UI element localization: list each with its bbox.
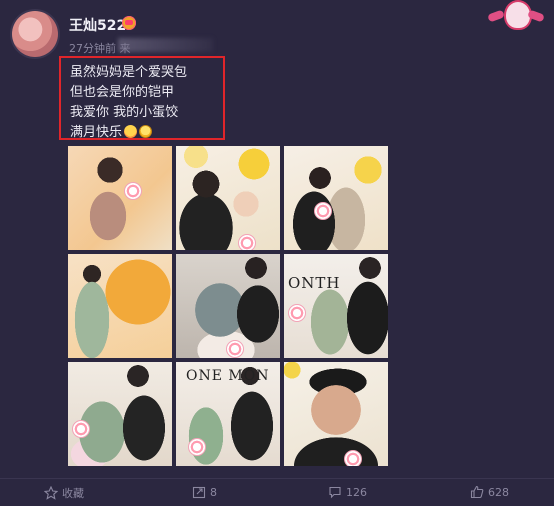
weibo-post-card: 王灿522 27分钟前 来 虽然妈妈是个爱哭包 但也会是你的铠甲 我爱你 我的小… [0,0,554,505]
post-text-line-3: 我爱你 我的小蛋饺 [70,105,179,120]
repost-icon [192,486,206,499]
like-count: 628 [488,486,509,499]
avatar[interactable] [12,11,58,57]
face-sticker-icon [314,202,332,220]
comment-icon [329,486,341,499]
action-bar: 收藏 8 126 628 [0,478,554,506]
photo-sign-text: ONTH [288,274,341,292]
face-sticker-icon [288,304,306,322]
face-sticker-icon [344,450,362,466]
like-button[interactable]: 628 [470,485,509,499]
photo-4[interactable] [68,254,172,358]
comment-button[interactable]: 126 [328,485,367,499]
photo-grid: ONTH ONE MON [68,146,388,466]
emoji-icon [124,125,138,138]
photo-sign-text: ONE MON [186,368,270,384]
photo-9[interactable] [284,362,388,466]
photo-2[interactable] [176,146,280,250]
photo-7[interactable] [68,362,172,466]
repost-button[interactable]: 8 [192,485,217,499]
favorite-button[interactable]: 收藏 [43,485,84,501]
redacted-source-blur [118,38,213,52]
post-text-line-4: 满月快乐 [70,121,153,140]
photo-1[interactable] [68,146,172,250]
face-sticker-icon [124,182,142,200]
thumbs-up-icon [470,485,484,499]
favorite-label: 收藏 [62,487,84,500]
vip-badge-icon [122,16,136,30]
username[interactable]: 王灿522 [69,15,126,35]
face-sticker-icon [72,420,90,438]
post-text-line-2: 但也会是你的铠甲 [70,85,175,100]
photo-6[interactable]: ONTH [284,254,388,358]
repost-count: 8 [210,486,217,499]
photo-5[interactable] [176,254,280,358]
face-sticker-icon [238,234,256,250]
post-text-line-1: 虽然妈妈是个爱哭包 [70,65,188,80]
grin-emoji-icon [139,125,153,138]
photo-3[interactable] [284,146,388,250]
corner-sticker-icon [486,0,548,30]
photo-8[interactable]: ONE MON [176,362,280,466]
post-text-line-4-label: 满月快乐 [70,125,123,140]
face-sticker-icon [226,340,244,358]
comment-count: 126 [346,486,367,499]
star-icon [43,485,59,500]
face-sticker-icon [188,438,206,456]
